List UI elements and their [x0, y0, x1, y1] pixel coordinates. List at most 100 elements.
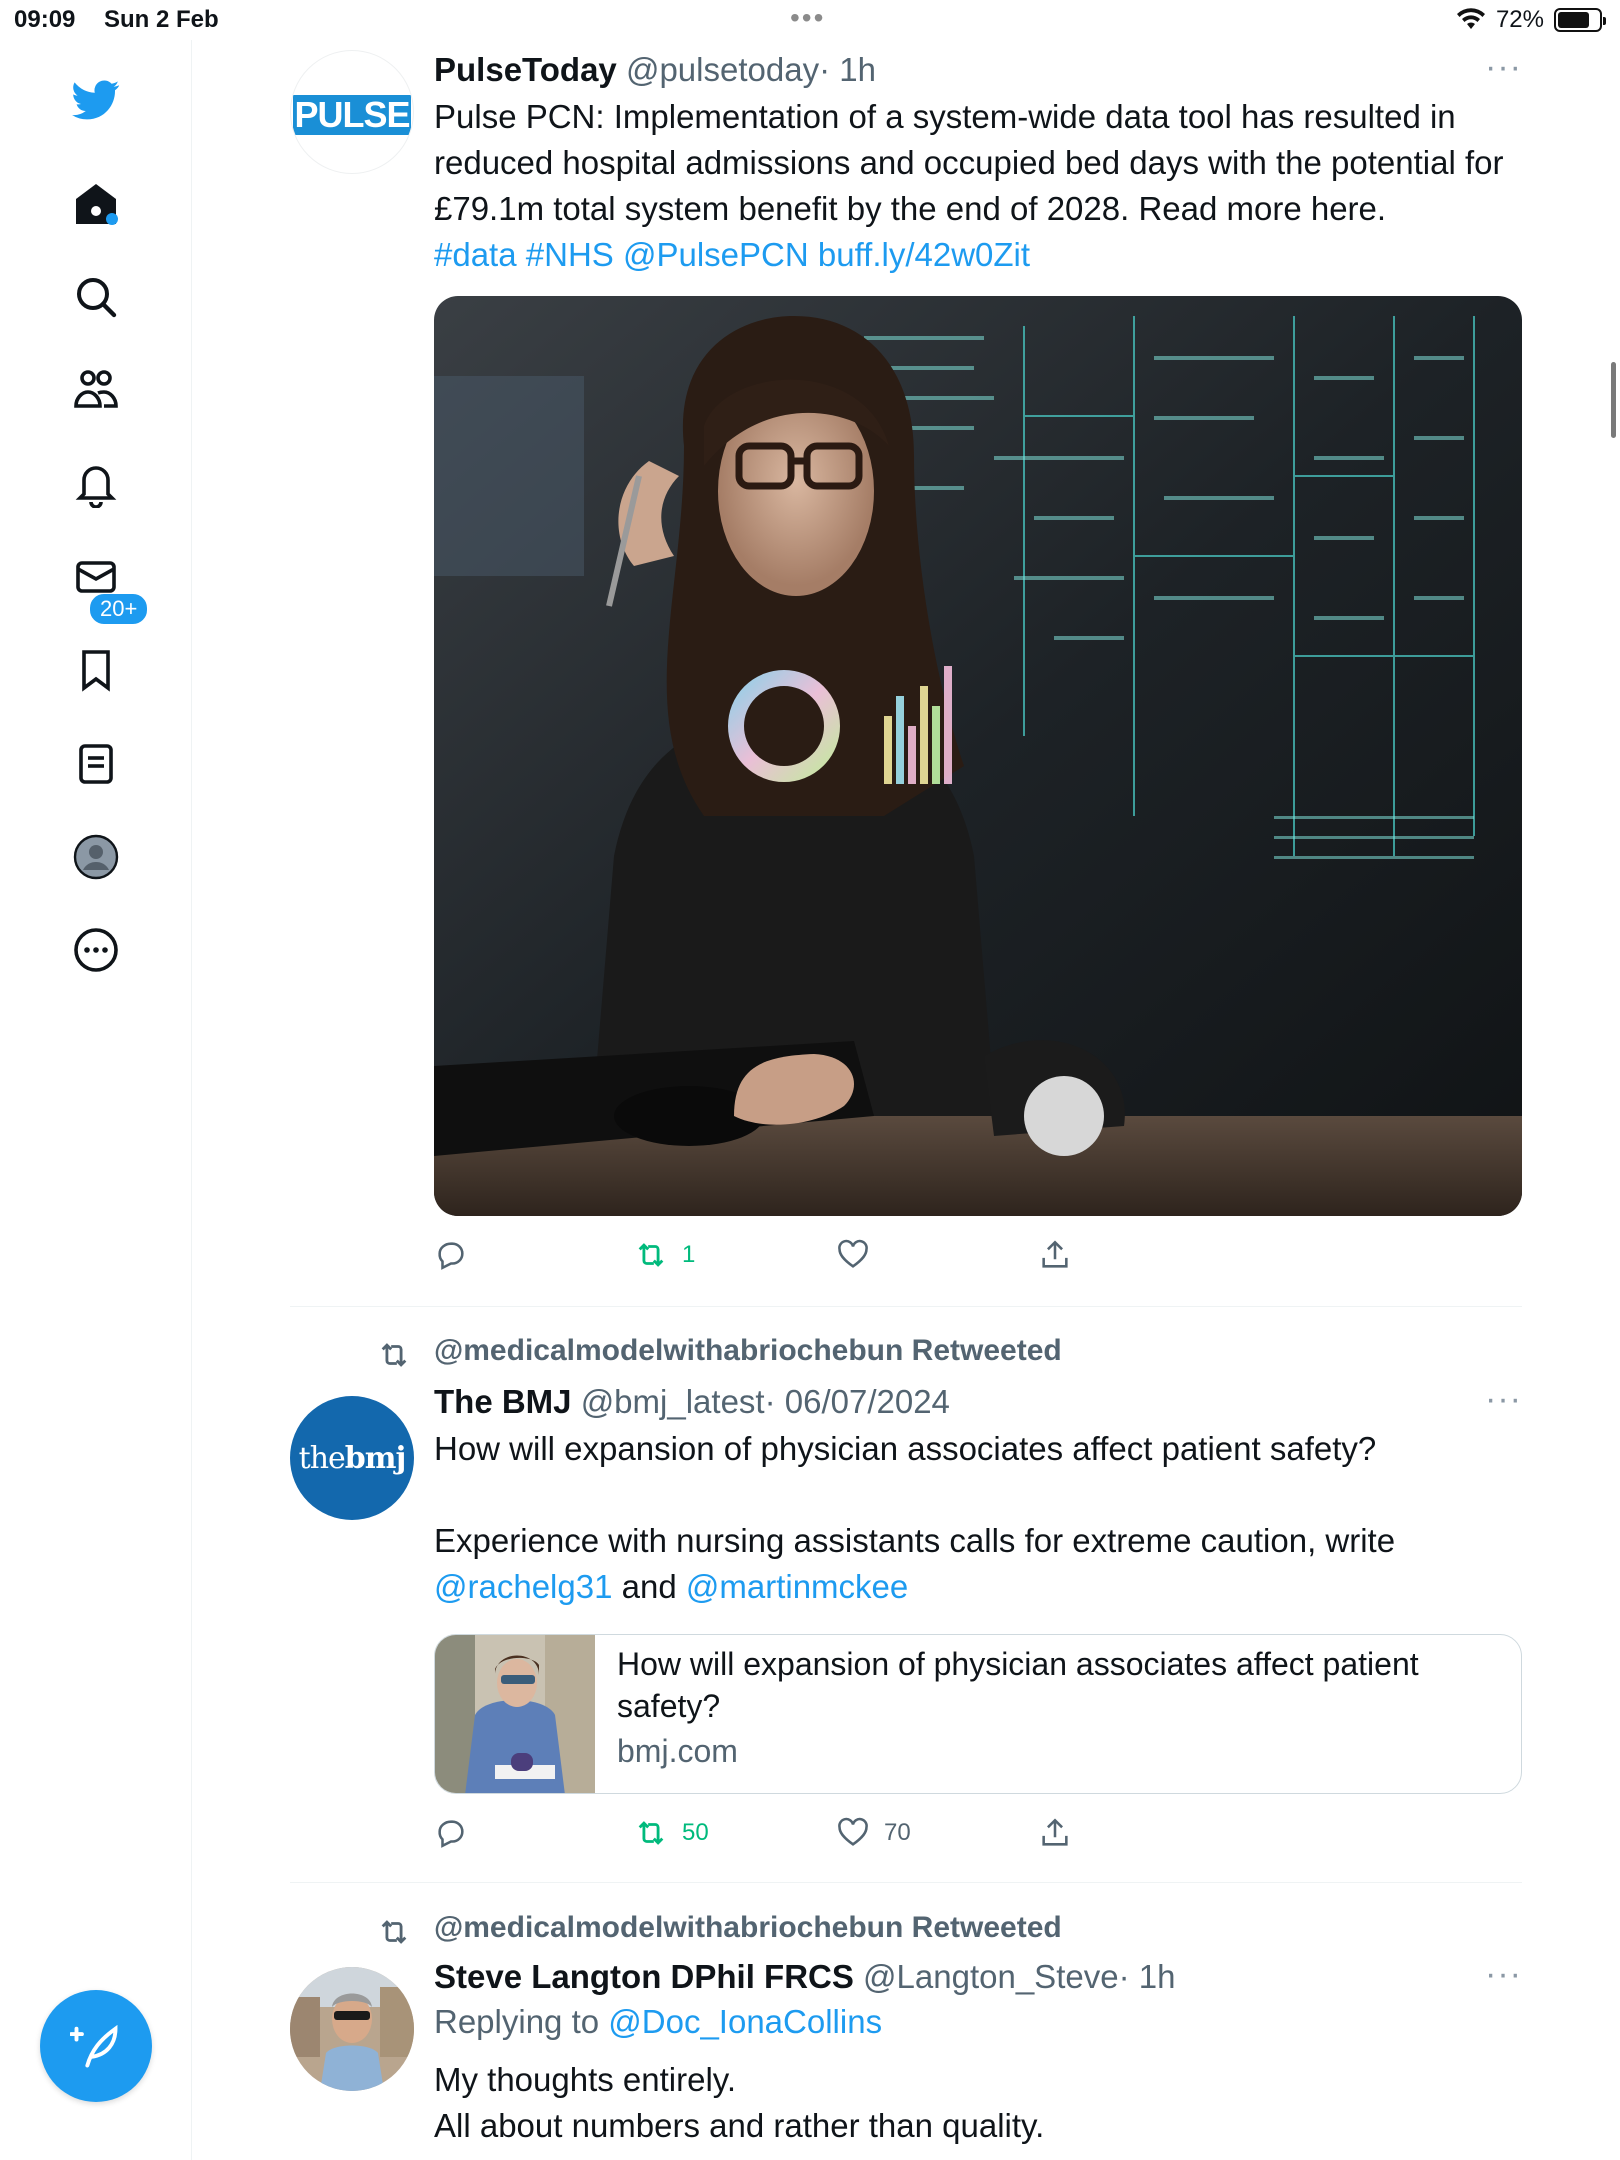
status-bar: 09:09 Sun 2 Feb ••• 72% — [0, 0, 1620, 40]
reply-button[interactable] — [434, 1238, 468, 1272]
tweet-text-line-1: My thoughts entirely. — [434, 2061, 737, 2098]
retweet-icon — [638, 1243, 664, 1267]
retweet-button[interactable]: 1 — [634, 1238, 695, 1272]
sidebar: 20+ — [0, 40, 192, 2160]
home-unread-dot — [106, 213, 118, 225]
share-icon — [1042, 1240, 1068, 1268]
heart-icon — [838, 1239, 868, 1268]
avatar-steve-langton[interactable] — [290, 1967, 414, 2091]
retweeted-by-label[interactable]: @medicalmodelwithabriochebun Retweeted — [434, 1911, 1062, 1945]
search-icon[interactable] — [62, 263, 130, 331]
mention-rachelg31[interactable]: @rachelg31 — [434, 1568, 612, 1605]
link-preview-image — [435, 1635, 595, 1793]
author-handle[interactable]: @bmj_latest — [581, 1383, 765, 1420]
more-menu-icon[interactable]: ··· — [1485, 1380, 1522, 1419]
battery-icon — [1554, 8, 1606, 32]
reply-icon — [438, 1820, 464, 1848]
tweet-text-line-2: All about numbers and rather than qualit… — [434, 2107, 1045, 2144]
author-handle[interactable]: @Langton_Steve — [863, 1958, 1119, 1995]
tweet-body: PulseToday @pulsetoday· 1h ··· Pulse PCN… — [434, 48, 1522, 278]
tweet-actions: 50 70 — [434, 1816, 1094, 1856]
notifications-bell-icon[interactable] — [62, 450, 130, 518]
retweet-count: 1 — [682, 1241, 696, 1268]
bmj-logo-text: thebmj — [298, 1440, 407, 1476]
hashtag-data[interactable]: #data — [434, 236, 517, 273]
wifi-icon — [1456, 8, 1485, 29]
avatar-pulsetoday[interactable]: PULSE — [290, 50, 414, 174]
compose-feather-icon — [70, 2024, 118, 2068]
replying-prefix: Replying to — [434, 2003, 609, 2040]
tweet-body: Steve Langton DPhil FRCS @Langton_Steve·… — [434, 1955, 1522, 2149]
tweet-time: · 1h — [819, 51, 876, 88]
author-name[interactable]: PulseToday — [434, 51, 617, 88]
tweet-divider — [290, 1882, 1522, 1883]
hashtag-nhs[interactable]: #NHS — [526, 236, 614, 273]
replying-to-line: Replying to @Doc_IonaCollins — [434, 1999, 1522, 2045]
share-button[interactable] — [1038, 1816, 1072, 1850]
replying-to-mention[interactable]: @Doc_IonaCollins — [608, 2003, 882, 2040]
communities-icon[interactable] — [62, 356, 130, 424]
pulse-logo-text: PULSE — [293, 94, 411, 135]
share-icon — [1042, 1818, 1068, 1846]
avatar-bmj[interactable]: thebmj — [290, 1396, 414, 1520]
compose-tweet-button[interactable] — [40, 1990, 152, 2102]
author-handle[interactable]: @pulsetoday — [626, 51, 819, 88]
bmj-logo-the: the — [298, 1440, 346, 1476]
tweet-body: The BMJ @bmj_latest· 06/07/2024 ··· How … — [434, 1380, 1522, 1610]
retweeted-icon — [381, 1920, 407, 1944]
home-icon[interactable] — [62, 170, 130, 238]
reply-button[interactable] — [434, 1816, 468, 1850]
multitasking-dots-icon[interactable]: ••• — [790, 2, 825, 34]
mention-martinmckee[interactable]: @martinmckee — [686, 1568, 908, 1605]
lists-icon[interactable] — [62, 730, 130, 798]
author-name[interactable]: Steve Langton DPhil FRCS — [434, 1958, 854, 1995]
battery-percent: 72% — [1495, 6, 1544, 33]
share-button[interactable] — [1038, 1238, 1072, 1272]
link-card-body: How will expansion of physician associat… — [617, 1643, 1497, 1770]
messages-icon[interactable] — [62, 543, 130, 611]
tweet-actions: 1 — [434, 1238, 1094, 1278]
retweeted-icon — [381, 1343, 407, 1367]
more-menu-icon[interactable]: ··· — [1485, 1955, 1522, 1994]
bookmarks-icon[interactable] — [62, 636, 130, 704]
tweet-header: PulseToday @pulsetoday· 1h — [434, 48, 1522, 92]
twitter-logo-icon[interactable] — [62, 66, 130, 134]
status-date: Sun 2 Feb — [104, 6, 219, 33]
tweet-bmj[interactable]: @medicalmodelwithabriochebun Retweeted t… — [290, 1334, 1522, 1854]
tweet-text: Pulse PCN: Implementation of a system-wi… — [434, 94, 1522, 278]
tweet-header: Steve Langton DPhil FRCS @Langton_Steve·… — [434, 1955, 1522, 1999]
retweet-icon — [638, 1821, 664, 1845]
link-preview-card[interactable]: How will expansion of physician associat… — [434, 1634, 1522, 1794]
retweet-button[interactable]: 50 — [634, 1816, 709, 1850]
link-card-title: How will expansion of physician associat… — [617, 1646, 1419, 1724]
tweet-text-line-1: How will expansion of physician associat… — [434, 1430, 1377, 1467]
mention-pulsepcn[interactable]: @PulsePCN — [623, 236, 809, 273]
url-link[interactable]: buff.ly/42w0Zit — [818, 236, 1030, 273]
author-name[interactable]: The BMJ — [434, 1383, 572, 1420]
status-time: 09:09 — [14, 6, 76, 33]
tweet-text-line-2: Experience with nursing assistants calls… — [434, 1518, 1522, 1610]
tweet-header: The BMJ @bmj_latest· 06/07/2024 — [434, 1380, 1522, 1424]
like-button[interactable] — [836, 1238, 870, 1272]
tweet-time: · 1h — [1118, 1958, 1176, 1995]
tweet-text-sentence: Experience with nursing assistants calls… — [434, 1522, 1396, 1559]
like-button[interactable]: 70 — [836, 1816, 911, 1850]
link-card-domain: bmj.com — [617, 1733, 738, 1769]
bmj-logo-bmj: bmj — [344, 1440, 407, 1476]
tweet-steve-langton[interactable]: @medicalmodelwithabriochebun Retweeted S… — [290, 1911, 1522, 2160]
tweet-image[interactable] — [434, 296, 1522, 1216]
like-count: 70 — [884, 1819, 911, 1846]
and-text: and — [612, 1568, 686, 1605]
profile-avatar-icon[interactable] — [62, 823, 130, 891]
heart-icon — [838, 1817, 868, 1846]
tweet-text-main: Pulse PCN: Implementation of a system-wi… — [434, 98, 1504, 227]
tweet-image-photo — [434, 296, 1522, 1216]
retweeted-by-label[interactable]: @medicalmodelwithabriochebun Retweeted — [434, 1334, 1062, 1368]
scrollbar[interactable] — [1611, 362, 1616, 438]
more-menu-icon[interactable]: ··· — [1485, 48, 1522, 87]
reply-icon — [438, 1242, 464, 1270]
more-options-icon[interactable] — [62, 916, 130, 984]
tweet-pulsetoday[interactable]: PULSE PulseToday @pulsetoday· 1h ··· Pul… — [290, 48, 1522, 1290]
tweet-time: · 06/07/2024 — [764, 1383, 950, 1420]
avatar-photo — [290, 1967, 414, 2091]
